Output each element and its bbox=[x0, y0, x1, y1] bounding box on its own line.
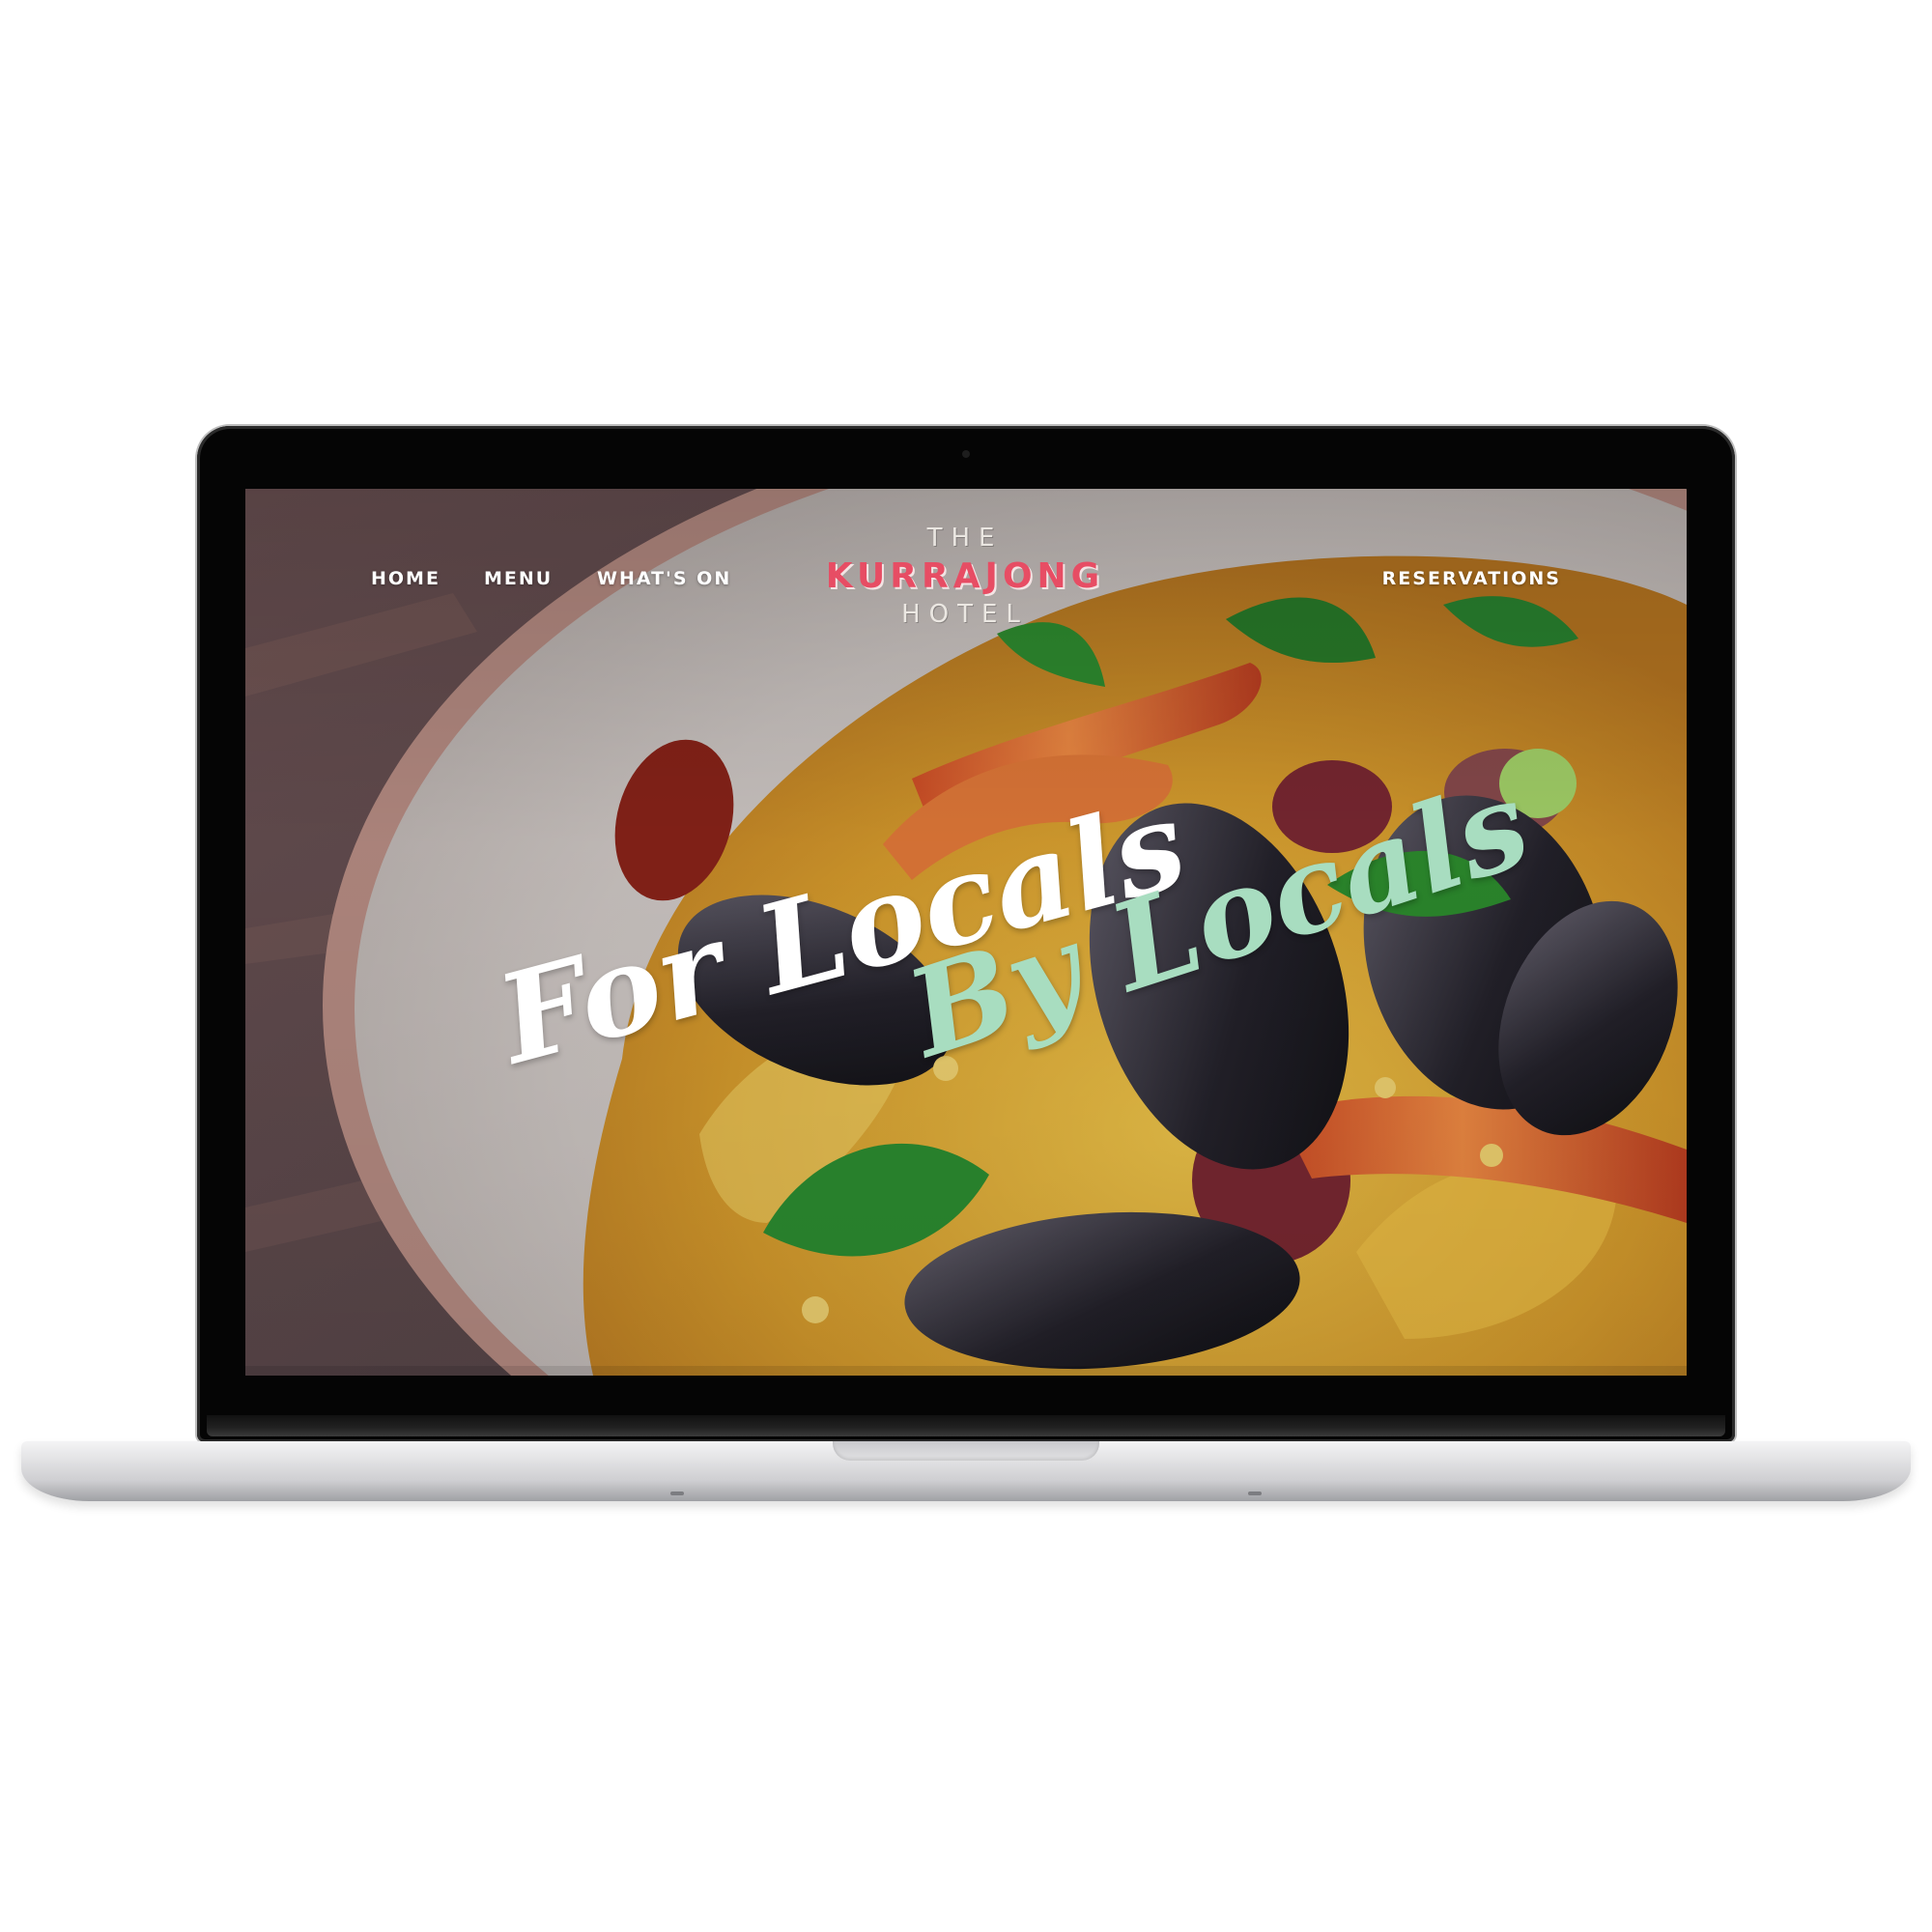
website-screen: HOME MENU WHAT'S ON THE KURRAJONG HOTEL … bbox=[245, 489, 1687, 1376]
laptop-foot-left bbox=[670, 1492, 684, 1495]
nav-home-link[interactable]: HOME bbox=[371, 568, 440, 589]
laptop-foot-right bbox=[1248, 1492, 1262, 1495]
nav-menu-link[interactable]: MENU bbox=[484, 568, 553, 589]
camera-icon bbox=[962, 450, 970, 458]
site-navigation: HOME MENU WHAT'S ON THE KURRAJONG HOTEL … bbox=[245, 489, 1687, 634]
nav-reservations-link[interactable]: RESERVATIONS bbox=[1382, 568, 1561, 589]
hotel-logo[interactable]: THE KURRAJONG HOTEL bbox=[762, 526, 1168, 641]
laptop-opening-notch bbox=[833, 1441, 1099, 1461]
laptop-mockup-stage: HOME MENU WHAT'S ON THE KURRAJONG HOTEL … bbox=[0, 0, 1932, 1932]
laptop-hinge bbox=[207, 1415, 1725, 1436]
logo-main-text: KURRAJONG bbox=[825, 556, 1105, 596]
screen-bottom-shadow bbox=[245, 1366, 1687, 1376]
logo-the-text: THE bbox=[926, 524, 1004, 553]
nav-whats-on-link[interactable]: WHAT'S ON bbox=[597, 568, 731, 589]
logo-hotel-text: HOTEL bbox=[901, 600, 1029, 629]
